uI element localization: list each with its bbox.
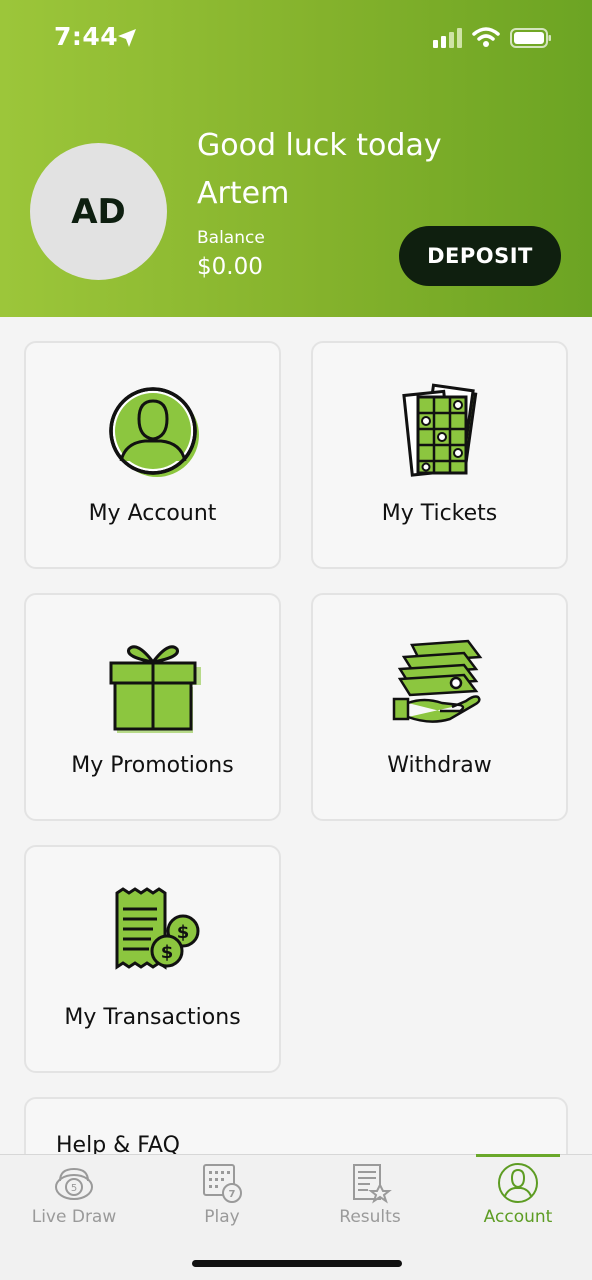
tile-withdraw[interactable]: Withdraw — [311, 593, 568, 821]
status-time: 7:44 — [54, 22, 119, 51]
tab-label: Play — [204, 1207, 240, 1227]
tile-my-transactions[interactable]: $ $ My Transactions — [24, 845, 281, 1073]
tab-play[interactable]: 7 Play — [148, 1155, 296, 1235]
tile-label: My Account — [88, 501, 217, 526]
account-header: 7:44 AD Good luck today Artem Balance $0… — [0, 0, 592, 317]
tile-label: My Tickets — [381, 501, 498, 526]
cellular-signal-icon — [433, 28, 462, 48]
svg-text:5: 5 — [71, 1183, 77, 1194]
username-text: Artem — [197, 176, 290, 211]
tab-label: Results — [339, 1207, 401, 1227]
live-draw-icon: 5 — [55, 1167, 93, 1200]
wifi-icon — [472, 27, 500, 47]
gift-icon — [109, 645, 201, 733]
user-icon — [108, 387, 199, 477]
receipt-coins-icon: $ $ — [115, 887, 199, 970]
home-indicator[interactable] — [192, 1260, 402, 1267]
cash-hand-icon — [392, 639, 482, 723]
tab-live-draw[interactable]: 5 Live Draw — [0, 1155, 148, 1235]
deposit-button[interactable]: DEPOSIT — [399, 226, 561, 286]
location-arrow-icon — [118, 29, 136, 47]
tile-label: Withdraw — [387, 753, 492, 778]
tile-my-tickets[interactable]: My Tickets — [311, 341, 568, 569]
tab-account[interactable]: Account — [444, 1155, 592, 1235]
tile-label: My Promotions — [71, 753, 234, 778]
balance-label: Balance — [197, 228, 265, 248]
svg-text:7: 7 — [229, 1189, 236, 1200]
tab-results[interactable]: Results — [296, 1155, 444, 1235]
tickets-icon — [401, 383, 477, 477]
tile-label: My Transactions — [64, 1005, 241, 1030]
status-bar: 7:44 — [0, 0, 592, 80]
tile-my-account[interactable]: My Account — [24, 341, 281, 569]
tab-label: Live Draw — [31, 1207, 117, 1227]
account-icon — [498, 1163, 538, 1203]
tab-label: Account — [483, 1207, 553, 1227]
balance-value: $0.00 — [197, 254, 263, 280]
tile-my-promotions[interactable]: My Promotions — [24, 593, 281, 821]
play-icon: 7 — [203, 1164, 242, 1203]
greeting-text: Good luck today — [197, 128, 442, 163]
battery-icon — [510, 28, 551, 48]
avatar[interactable]: AD — [30, 143, 167, 280]
svg-text:$: $ — [160, 942, 173, 963]
results-icon — [353, 1164, 392, 1204]
